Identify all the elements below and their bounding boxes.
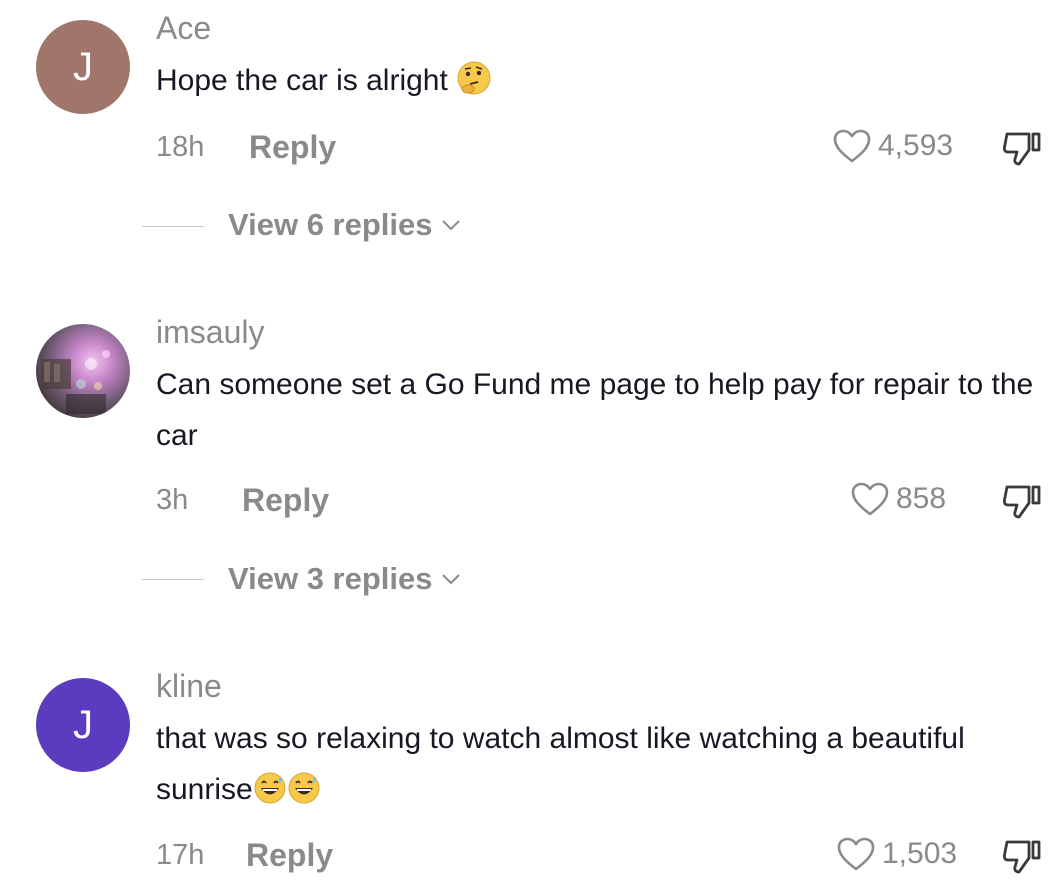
comment-text: that was so relaxing to watch almost lik… bbox=[156, 713, 1046, 821]
reply-button[interactable]: Reply bbox=[249, 129, 336, 166]
comment-username[interactable]: imsauly bbox=[156, 314, 264, 351]
heart-icon bbox=[851, 482, 889, 516]
heart-icon bbox=[837, 837, 875, 871]
avatar[interactable]: J bbox=[36, 678, 130, 772]
like-count: 1,503 bbox=[882, 837, 958, 870]
grinning-sweat-face-icon bbox=[287, 770, 321, 821]
thumbs-down-icon bbox=[1002, 485, 1041, 519]
grinning-sweat-face-icon bbox=[253, 770, 287, 821]
comment-text: Hope the car is alright bbox=[156, 55, 1046, 112]
chevron-down-icon bbox=[441, 574, 460, 585]
comment-username[interactable]: Ace bbox=[156, 10, 211, 47]
comment-username[interactable]: kline bbox=[156, 668, 222, 705]
comment-time: 3h bbox=[156, 484, 189, 516]
view-replies-button[interactable]: View 6 replies bbox=[228, 207, 461, 243]
like-count: 858 bbox=[896, 482, 947, 515]
comment-time: 18h bbox=[156, 131, 205, 163]
dislike-button[interactable] bbox=[1001, 836, 1045, 881]
chevron-down-icon bbox=[441, 220, 460, 231]
reply-button[interactable]: Reply bbox=[246, 837, 333, 874]
thumbs-down-icon bbox=[1002, 840, 1041, 874]
dislike-button[interactable] bbox=[1001, 481, 1045, 526]
avatar[interactable] bbox=[36, 324, 130, 418]
dislike-button[interactable] bbox=[1001, 128, 1045, 173]
comment-text: Can someone set a Go Fund me page to hel… bbox=[156, 368, 1034, 452]
photo-avatar-image bbox=[41, 350, 110, 414]
reply-button[interactable]: Reply bbox=[242, 482, 329, 519]
view-replies-button[interactable]: View 3 replies bbox=[228, 561, 461, 597]
like-count: 4,593 bbox=[878, 129, 954, 162]
avatar[interactable]: J bbox=[36, 20, 130, 114]
like-button[interactable]: 858 bbox=[850, 481, 946, 517]
divider-line bbox=[142, 226, 204, 227]
divider-line bbox=[142, 579, 204, 580]
thinking-face-icon bbox=[456, 60, 492, 112]
comment-time: 17h bbox=[156, 839, 205, 871]
like-button[interactable]: 1,503 bbox=[836, 836, 957, 872]
like-button[interactable]: 4,593 bbox=[832, 128, 953, 164]
heart-icon bbox=[833, 129, 871, 163]
thumbs-down-icon bbox=[1002, 132, 1041, 166]
